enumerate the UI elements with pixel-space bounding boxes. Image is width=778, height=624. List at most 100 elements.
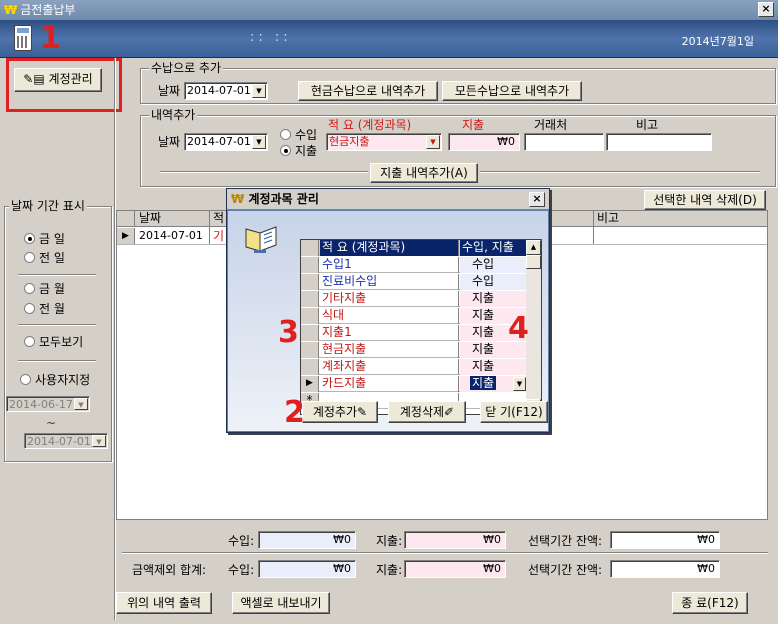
- list-item[interactable]: 계좌지출 지출: [301, 359, 527, 375]
- period-group-label: 날짜 기간 표시: [9, 199, 87, 213]
- annotation-2: 2: [284, 395, 305, 430]
- period-separator: [18, 324, 96, 326]
- list-item[interactable]: ▶ 카드지출 지출 ▼: [301, 376, 527, 392]
- chevron-down-icon[interactable]: ▼: [252, 84, 266, 98]
- list-item[interactable]: 수입1 수입: [301, 257, 527, 273]
- receipt-date-picker[interactable]: 2014-07-01 ▼: [184, 82, 268, 100]
- account-grid-header: 적 요 (계정과목) 수입, 지출: [301, 240, 527, 256]
- row-date: 2014-07-01: [139, 229, 203, 242]
- period-to-date[interactable]: 2014-07-01 ▼: [24, 433, 108, 449]
- excl-income-value: ₩0: [258, 560, 356, 578]
- add-account-button[interactable]: 계정추가✎: [302, 401, 378, 423]
- radio-income[interactable]: 수입: [280, 128, 317, 142]
- annotation-4: 4: [508, 311, 529, 346]
- annotation-1: 1: [40, 21, 61, 56]
- print-button[interactable]: 위의 내역 출력: [116, 592, 212, 614]
- grid-header-note: 비고: [597, 211, 620, 225]
- entry-date-picker[interactable]: 2014-07-01 ▼: [184, 133, 268, 151]
- excl-total-label: 금액제외 합계:: [132, 563, 207, 577]
- period-tilde: ~: [46, 416, 57, 430]
- list-item[interactable]: 진료비수입 수입: [301, 274, 527, 290]
- header-corner: [117, 211, 135, 227]
- dialog-body: 적 요 (계정과목) 수입, 지출 수입1 수입 진료비수입 수입 기타지출 지출 식…: [228, 211, 548, 431]
- radio-expense[interactable]: 지출: [280, 144, 317, 158]
- total-income-value: ₩0: [258, 531, 356, 549]
- excl-expense-label: 지출:: [376, 563, 403, 577]
- period-separator: [18, 274, 96, 276]
- radio-icon: [24, 252, 35, 263]
- radio-icon: [280, 145, 291, 156]
- list-item[interactable]: 기타지출 지출: [301, 291, 527, 307]
- period-all[interactable]: 모두보기: [24, 335, 83, 349]
- dialog-title: 계정과목 관리: [248, 192, 319, 206]
- annotation-3: 3: [278, 315, 299, 350]
- grid-header-summary: 적: [213, 211, 225, 225]
- radio-icon: [24, 283, 35, 294]
- entry-separator-right: [480, 171, 760, 173]
- header-date: 2014년7월1일: [681, 35, 754, 48]
- account-manage-button[interactable]: ✎▤ 계정관리: [14, 68, 102, 92]
- chevron-down-icon[interactable]: ▼: [74, 398, 88, 410]
- period-from-date[interactable]: 2014-06-17 ▼: [6, 396, 90, 412]
- account-dialog: ₩ 계정과목 관리 × 적 요 (계정과목) 수입, 지출 수입1 수입 진료비수…: [226, 188, 550, 433]
- note-input[interactable]: [606, 133, 712, 151]
- chevron-down-icon[interactable]: ▼: [92, 435, 106, 447]
- header-band: :: :: 2014년7월1일: [0, 20, 778, 58]
- vendor-input[interactable]: [524, 133, 604, 151]
- period-yesterday[interactable]: 전 일: [24, 251, 65, 265]
- header-dots: :: ::: [250, 30, 292, 45]
- delete-selected-button[interactable]: 선택한 내역 삭제(D): [644, 190, 766, 210]
- receipt-group-label: 수납으로 추가: [149, 61, 224, 75]
- list-item[interactable]: 식대 지출: [301, 308, 527, 324]
- app-icon: ₩: [4, 3, 18, 17]
- scroll-up-icon[interactable]: ▲: [526, 240, 541, 255]
- account-col-summary: 적 요 (계정과목): [320, 240, 459, 256]
- summary-select[interactable]: 현금지출 ▼: [326, 133, 442, 151]
- chevron-down-icon[interactable]: ▼: [252, 135, 266, 149]
- excl-balance-label: 선택기간 잔액:: [528, 563, 603, 577]
- radio-icon: [280, 129, 291, 140]
- total-income-label: 수입:: [228, 534, 255, 548]
- period-custom[interactable]: 사용자지정: [20, 373, 90, 387]
- col-expense-label: 지출: [462, 118, 485, 132]
- period-today[interactable]: 금 일: [24, 232, 65, 246]
- book-icon: [245, 226, 277, 253]
- expense-add-button[interactable]: 지출 내역추가(A): [370, 163, 478, 183]
- type-select[interactable]: 지출 ▼: [460, 376, 527, 392]
- col-summary-label: 적 요 (계정과목): [328, 118, 412, 132]
- account-col-type: 수입, 지출: [460, 240, 527, 256]
- delete-account-button[interactable]: 계정삭제✐: [388, 401, 466, 423]
- total-balance-value: ₩0: [610, 531, 720, 549]
- amount-input[interactable]: ₩0: [448, 133, 520, 151]
- period-last-month[interactable]: 전 월: [24, 302, 65, 316]
- grid-header-date: 날짜: [139, 211, 162, 225]
- dialog-close-button[interactable]: 닫 기(F12): [480, 401, 548, 423]
- entry-separator-left: [160, 171, 368, 173]
- radio-icon: [24, 336, 35, 347]
- export-excel-button[interactable]: 액셀로 내보내기: [232, 592, 330, 614]
- row-pointer-icon: ▶: [117, 228, 135, 244]
- chevron-down-icon[interactable]: ▼: [513, 377, 526, 391]
- calculator-icon[interactable]: [14, 25, 32, 51]
- dialog-title-bar: ₩ 계정과목 관리: [227, 189, 549, 210]
- period-separator: [18, 360, 96, 362]
- excl-income-label: 수입:: [228, 563, 255, 577]
- period-this-month[interactable]: 금 월: [24, 282, 65, 296]
- exit-button[interactable]: 종 료(F12): [672, 592, 748, 614]
- account-grid: 적 요 (계정과목) 수입, 지출 수입1 수입 진료비수입 수입 기타지출 지출 식…: [300, 239, 542, 415]
- window-close-button[interactable]: ×: [758, 2, 774, 17]
- chevron-down-icon[interactable]: ▼: [426, 135, 440, 149]
- cash-receipt-add-button[interactable]: 현금수납으로 내역추가: [298, 81, 438, 101]
- list-item[interactable]: 현금지출 지출: [301, 342, 527, 358]
- dialog-close-icon[interactable]: ×: [529, 192, 545, 207]
- radio-icon: [20, 374, 31, 385]
- header-corner: [301, 240, 319, 256]
- scroll-thumb[interactable]: [526, 255, 541, 269]
- radio-icon: [24, 233, 35, 244]
- list-item[interactable]: 지출1 지출: [301, 325, 527, 341]
- pencil-icon: ✎: [357, 405, 368, 419]
- col-vendor-label: 거래처: [534, 118, 568, 132]
- all-receipt-add-button[interactable]: 모든수납으로 내역추가: [442, 81, 582, 101]
- excl-expense-value: ₩0: [404, 560, 506, 578]
- totals-separator: [122, 552, 768, 554]
